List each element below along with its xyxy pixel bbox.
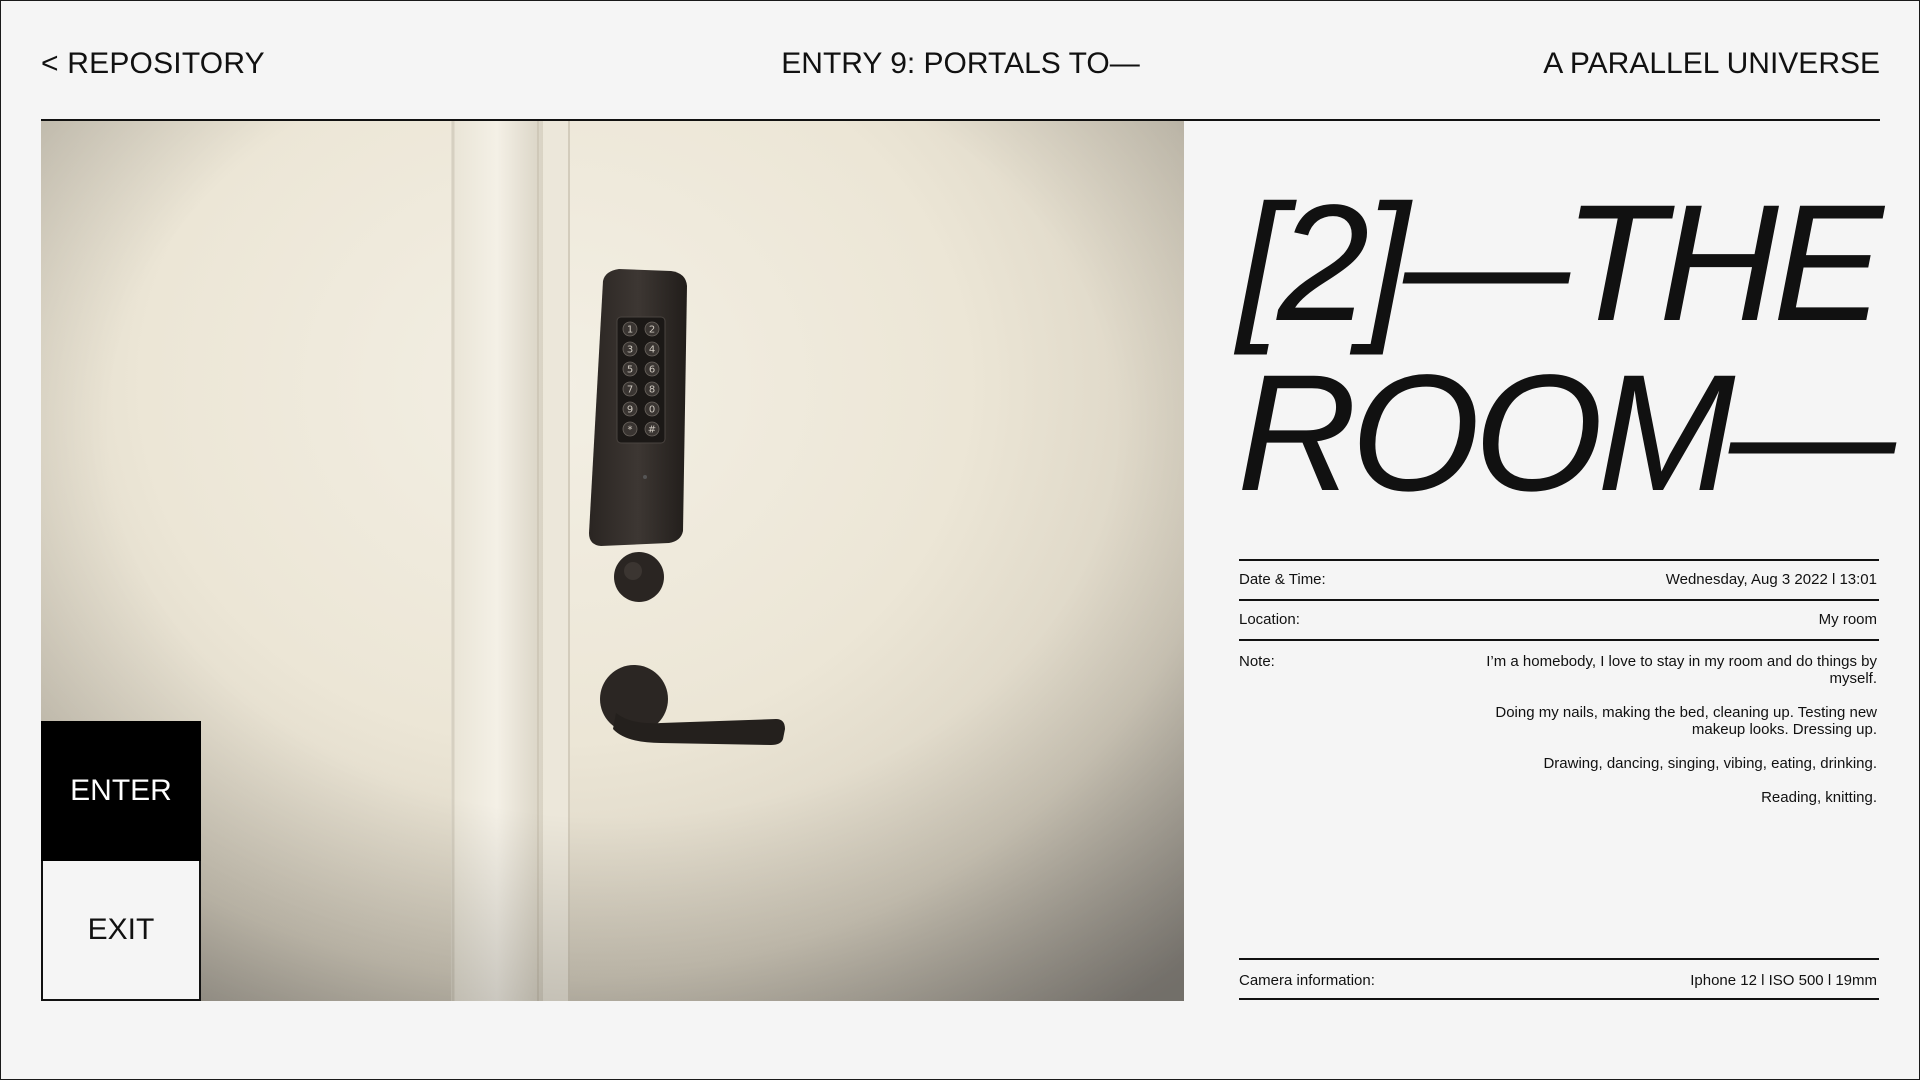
exit-button[interactable]: EXIT (41, 861, 201, 1001)
enter-button[interactable]: ENTER (41, 721, 201, 861)
details-divider-top (1239, 559, 1879, 561)
location-value: My room (1818, 611, 1877, 628)
camera-value: Iphone 12 l ISO 500 l 19mm (1690, 972, 1877, 989)
details-divider (1239, 639, 1879, 641)
note-paragraph: Doing my nails, making the bed, cleaning… (1495, 704, 1877, 738)
page-frame: < REPOSITORY ENTRY 9: PORTALS TO— A PARA… (0, 0, 1920, 1080)
room-title: [2]—THE ROOM— (1237, 179, 1897, 519)
door-photo-illustration: 1234567890*# (41, 121, 1184, 1001)
datetime-value: Wednesday, Aug 3 2022 l 13:01 (1665, 571, 1877, 588)
note-text: I’m a homebody, I love to stay in my roo… (1457, 653, 1877, 823)
room-title-line-1: [2]—THE (1237, 171, 1884, 356)
note-label: Note: (1239, 653, 1275, 670)
note-paragraph: Drawing, dancing, singing, vibing, eatin… (1543, 755, 1877, 772)
location-label: Location: (1239, 611, 1300, 628)
door-photo: 1234567890*# (41, 121, 1184, 1001)
top-navigation: < REPOSITORY ENTRY 9: PORTALS TO— A PARA… (41, 47, 1880, 95)
site-name[interactable]: A PARALLEL UNIVERSE (1543, 47, 1880, 81)
details-divider (1239, 599, 1879, 601)
datetime-label: Date & Time: (1239, 571, 1326, 588)
camera-divider-top (1239, 958, 1879, 960)
camera-divider-bottom (1239, 998, 1879, 1000)
camera-label: Camera information: (1239, 972, 1375, 989)
repository-back-link[interactable]: < REPOSITORY (41, 47, 265, 81)
note-paragraph: Reading, knitting. (1761, 789, 1877, 806)
photo-vignette (41, 121, 1184, 1001)
note-paragraph: I’m a homebody, I love to stay in my roo… (1486, 653, 1877, 687)
room-title-line-2: ROOM— (1237, 341, 1895, 526)
